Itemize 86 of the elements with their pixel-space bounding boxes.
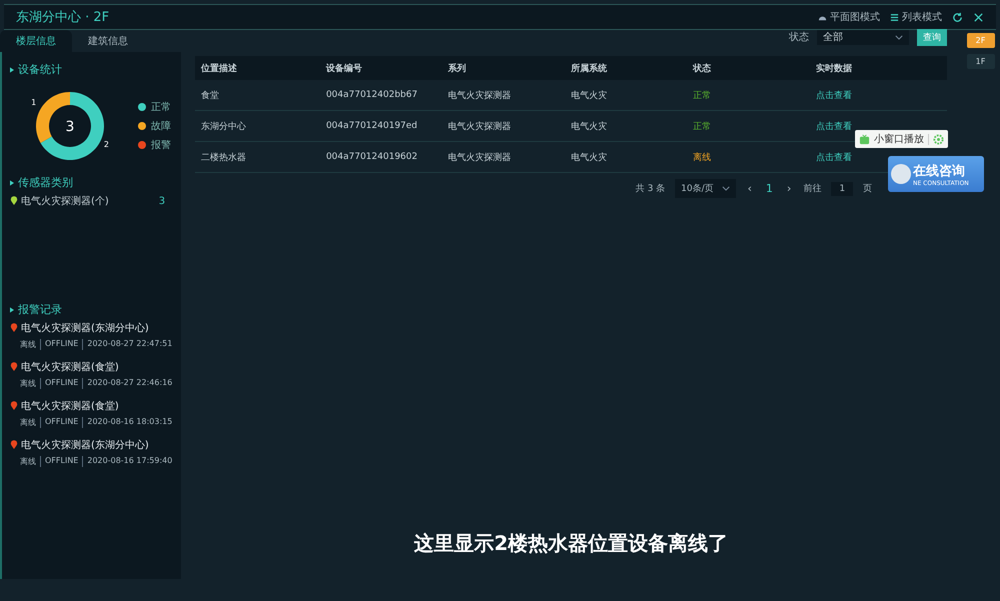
next-page-button[interactable]: › — [784, 182, 794, 195]
avatar — [891, 164, 911, 184]
location-pin-icon — [10, 323, 18, 333]
mini-player-popup[interactable]: 小窗口播放 — [855, 130, 948, 148]
alarm-title: 电气火灾探测器(东湖分中心) — [21, 322, 149, 335]
page-title: 东湖分中心 · 2F — [16, 9, 110, 26]
goto-page-field[interactable]: 1 — [831, 182, 854, 196]
alarm-title: 电气火灾探测器(食堂) — [21, 400, 119, 413]
goto-label: 前往 — [803, 182, 822, 195]
alarm-status: 离线 — [20, 417, 36, 428]
filter-label: 状态 — [789, 30, 810, 44]
view-mode-button[interactable]: 列表模式 — [890, 10, 942, 24]
status-text: 正常 — [693, 90, 712, 102]
popup-label: 小窗口播放 — [874, 132, 924, 146]
status-select[interactable]: 全部 — [817, 30, 910, 44]
column-header: 设备编号 — [326, 62, 364, 74]
status-text: 离线 — [693, 152, 712, 164]
alarm-status: 离线 — [20, 339, 36, 350]
alarm-title: 电气火灾探测器(食堂) — [21, 360, 119, 374]
alarm-title: 电气火灾探测器(东湖分中心) — [21, 438, 149, 452]
refresh-icon[interactable] — [952, 12, 963, 22]
triangle-icon — [10, 180, 14, 186]
table-cell-text: 二楼热水器 — [201, 152, 248, 164]
alarm-code: OFFLINE — [40, 378, 78, 389]
column-header: 所属系统 — [571, 62, 608, 74]
table-cell-text: 004a7701240197ed — [326, 121, 418, 131]
table-cell-text: 电气火灾 — [571, 90, 608, 102]
view-link[interactable]: 点击查看 — [816, 122, 852, 132]
legend-label: 正常 — [151, 100, 171, 114]
table-cell-text: 004a770124019602 — [326, 152, 418, 162]
alarm-time: 2020-08-16 17:59:40 — [82, 456, 172, 467]
alarm-status: 离线 — [20, 456, 36, 467]
view-link[interactable]: 点击查看 — [816, 90, 852, 100]
alarm-time: 2020-08-16 18:03:15 — [82, 417, 172, 428]
floor-button[interactable]: 1F — [966, 54, 995, 69]
total-count: 共 3 条 — [636, 182, 666, 195]
table-cell-text: 电气火灾探测器 — [448, 90, 512, 102]
sensor-type-label: 电气火灾探测器(个) — [21, 194, 110, 208]
column-header: 实时数据 — [816, 62, 854, 74]
view-link[interactable]: 点击查看 — [816, 152, 852, 162]
location-pin-icon — [10, 440, 18, 450]
alarm-time: 2020-08-27 22:47:51 — [82, 339, 172, 350]
total-count: 3 — [66, 119, 74, 135]
tab[interactable]: 建筑信息 — [72, 30, 144, 52]
section-title: 传感器类别 — [18, 175, 73, 190]
location-pin-icon — [10, 362, 18, 372]
list-icon — [890, 12, 899, 22]
table-cell-text: 东湖分中心 — [201, 120, 248, 132]
tv-icon — [859, 134, 870, 144]
prev-page-button[interactable]: ‹ — [746, 182, 754, 195]
chevron-down-icon — [722, 186, 730, 191]
status-text: 正常 — [693, 120, 712, 132]
location-pin-icon — [10, 401, 18, 411]
alarm-code: OFFLINE — [40, 456, 78, 467]
location-pin-icon — [10, 196, 18, 206]
section-title: 设备统计 — [18, 62, 62, 77]
page-size-select[interactable]: 10条/页 — [675, 179, 736, 198]
data-label: 2 — [104, 140, 109, 149]
alarm-status: 离线 — [20, 378, 36, 389]
section-title: 报警记录 — [18, 302, 62, 317]
column-header: 位置描述 — [201, 62, 238, 74]
tab[interactable]: 楼层信息 — [0, 30, 72, 52]
sensor-count: 3 — [158, 196, 166, 206]
data-label: 1 — [31, 98, 36, 107]
page-number[interactable]: 1 — [764, 182, 775, 195]
alarm-code: OFFLINE — [40, 339, 78, 350]
column-header: 状态 — [693, 62, 712, 74]
legend-label: 故障 — [151, 120, 171, 133]
chevron-down-icon — [895, 34, 904, 40]
triangle-icon — [10, 66, 14, 72]
table-cell-text: 食堂 — [201, 90, 220, 102]
triangle-icon — [10, 306, 14, 312]
table-cell-text: 004a77012402bb67 — [326, 90, 418, 100]
column-header: 系列 — [448, 62, 468, 74]
table-cell-text: 电气火灾 — [571, 120, 608, 132]
alarm-time: 2020-08-27 22:46:16 — [82, 378, 172, 389]
goto-unit: 页 — [863, 183, 872, 195]
table-cell-text: 电气火灾探测器 — [448, 120, 512, 132]
legend-label: 报警 — [151, 138, 171, 152]
alarm-code: OFFLINE — [40, 417, 78, 428]
chat-title: 在线咨询 — [913, 162, 966, 180]
video-subtitle: 这里显示2楼热水器位置设备离线了 — [413, 530, 730, 557]
table-cell-text: 电气火灾 — [571, 152, 608, 164]
view-mode-button[interactable]: 平面图模式 — [818, 10, 880, 24]
close-icon[interactable] — [973, 12, 984, 22]
table-cell-text: 电气火灾探测器 — [448, 152, 512, 164]
